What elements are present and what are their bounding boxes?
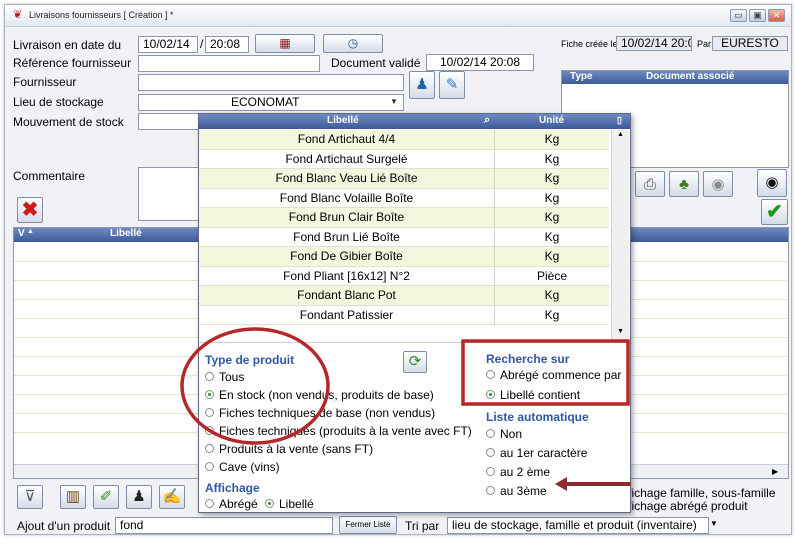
- app-window: ❦ Livraisons fournisseurs [ Création ] *…: [4, 4, 792, 535]
- annotation-rectangle: [461, 339, 630, 406]
- annotation-overlay: [180, 327, 631, 491]
- annotation-ellipse: [180, 327, 330, 445]
- annotation-arrow-head: [555, 477, 567, 491]
